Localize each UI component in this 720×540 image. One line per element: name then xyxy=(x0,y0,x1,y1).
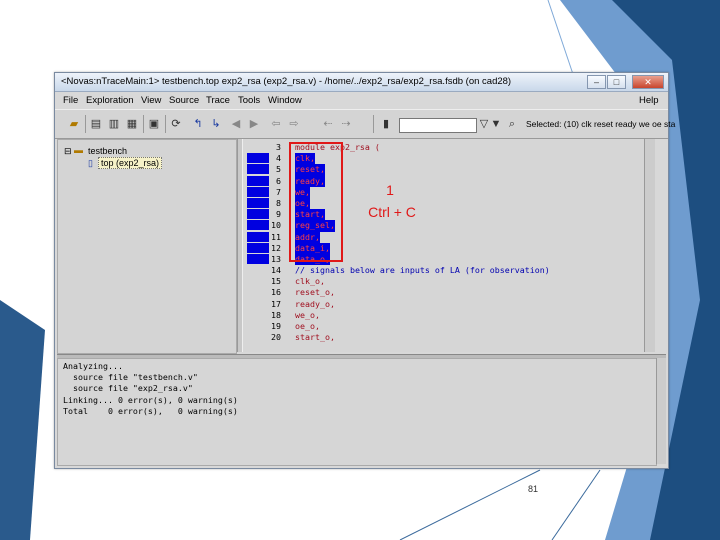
hierarchy-icon[interactable]: ▤ xyxy=(89,117,103,131)
line-number: 13 xyxy=(271,253,281,264)
deco-line xyxy=(399,469,541,540)
title-bar[interactable]: <Novas:nTraceMain:1> testbench.top exp2_… xyxy=(55,73,668,92)
source-line[interactable]: 17 ready_o, xyxy=(243,299,655,310)
signal-list-icon[interactable]: ▥ xyxy=(107,117,121,131)
source-scrollbar[interactable] xyxy=(644,139,655,352)
hierarchy-tree[interactable]: ⊟ ▬ testbench ▯ top (exp2_rsa) xyxy=(57,139,237,354)
minimize-button[interactable]: – xyxy=(587,75,606,89)
annotation-shortcut: Ctrl + C xyxy=(368,204,416,220)
code-text: clk_o, xyxy=(295,276,325,287)
open-folder-icon[interactable]: ▰ xyxy=(67,117,81,131)
line-number: 18 xyxy=(271,309,281,320)
maximize-button[interactable]: □ xyxy=(607,75,626,89)
line-number: 5 xyxy=(276,164,281,175)
battery-icon[interactable]: ▮ xyxy=(379,117,393,131)
deco-line xyxy=(551,469,601,540)
module-icon: ▯ xyxy=(88,158,93,168)
toolbar-separator xyxy=(165,115,166,133)
selection-highlight-box xyxy=(289,142,343,262)
trace-forward-icon[interactable]: ↳ xyxy=(209,117,223,131)
menu-bar: File Exploration View Source Trace Tools… xyxy=(55,92,668,108)
code-text: reset_o, xyxy=(295,287,335,298)
folder-icon: ▬ xyxy=(74,145,83,155)
console-line: Linking... 0 error(s), 0 warning(s) xyxy=(63,394,238,405)
menu-window[interactable]: Window xyxy=(268,95,302,106)
menu-trace[interactable]: Trace xyxy=(206,95,230,106)
tree-node-testbench[interactable]: testbench xyxy=(88,146,127,156)
menu-source[interactable]: Source xyxy=(169,95,199,106)
code-text: we_o, xyxy=(295,309,320,320)
code-text: // signals below are inputs of LA (for o… xyxy=(295,265,550,276)
menu-file[interactable]: File xyxy=(63,95,78,106)
line-number: 20 xyxy=(271,332,281,343)
line-number: 10 xyxy=(271,220,281,231)
line-number: 4 xyxy=(276,153,281,164)
line-number: 8 xyxy=(276,197,281,208)
paste-icon[interactable]: ⇢ xyxy=(339,117,353,131)
line-number: 16 xyxy=(271,287,281,298)
line-number: 12 xyxy=(271,242,281,253)
line-number: 6 xyxy=(276,175,281,186)
console-line: Analyzing... xyxy=(63,361,123,371)
toolbar-separator xyxy=(143,115,144,133)
line-number: 9 xyxy=(276,209,281,220)
menu-exploration[interactable]: Exploration xyxy=(86,95,134,106)
search-combo-icon[interactable]: ▼ xyxy=(489,117,503,131)
copy-icon[interactable]: ⇠ xyxy=(321,117,335,131)
page-number: 81 xyxy=(528,484,539,494)
source-line[interactable]: 19 oe_o, xyxy=(243,321,655,332)
selected-signals-label: Selected: (10) clk reset ready we oe sta xyxy=(526,119,676,129)
source-line[interactable]: 18 we_o, xyxy=(243,310,655,321)
waveform-icon[interactable]: ▦ xyxy=(125,117,139,131)
close-button[interactable]: ✕ xyxy=(632,75,664,89)
schematic-icon[interactable]: ▣ xyxy=(147,117,161,131)
line-number: 3 xyxy=(276,142,281,152)
console-line: source file "exp2_rsa.v" xyxy=(63,383,193,394)
window-title: <Novas:nTraceMain:1> testbench.top exp2_… xyxy=(61,76,512,87)
trace-back-icon[interactable]: ↰ xyxy=(191,117,205,131)
annotation-step: 1 xyxy=(386,182,394,198)
menu-help[interactable]: Help xyxy=(639,95,659,106)
line-number: 7 xyxy=(276,186,281,197)
line-number: 19 xyxy=(271,321,281,331)
menu-tools[interactable]: Tools xyxy=(238,95,260,106)
message-console: Analyzing... source file "testbench.v" s… xyxy=(57,358,657,466)
toolbar-separator xyxy=(85,115,86,133)
code-text: start_o, xyxy=(295,332,335,343)
line-number: 17 xyxy=(271,298,281,309)
toolbar: ▰ ▤ ▥ ▦ ▣ ⟳ ↰ ↳ ◀ ▶ ⇦ ⇨ ⇠ ⇢ ▮ ▽ ▼ ⌕ Sele… xyxy=(55,109,675,139)
line-number: 15 xyxy=(271,276,281,287)
tree-expander-icon[interactable]: ⊟ xyxy=(64,146,72,157)
search-icon[interactable]: ⌕ xyxy=(505,117,519,131)
line-number: 14 xyxy=(271,265,281,276)
source-line[interactable]: 14 // signals below are inputs of LA (for… xyxy=(243,265,655,276)
toolbar-separator xyxy=(373,115,374,133)
code-text: ready_o, xyxy=(295,298,335,309)
source-line[interactable]: 15 clk_o, xyxy=(243,276,655,287)
console-line: Total 0 error(s), 0 warning(s) xyxy=(63,405,238,416)
trace-driver-icon[interactable]: ⟳ xyxy=(169,117,183,131)
back-arrow-icon[interactable]: ◀ xyxy=(229,117,243,131)
undo-icon[interactable]: ⇦ xyxy=(269,117,283,131)
tree-node-top[interactable]: top (exp2_rsa) xyxy=(98,157,163,169)
redo-icon[interactable]: ⇨ xyxy=(287,117,301,131)
source-line[interactable]: 16 reset_o, xyxy=(243,287,655,298)
forward-arrow-icon[interactable]: ▶ xyxy=(247,117,261,131)
deco-left-shape xyxy=(0,300,45,540)
line-number: 11 xyxy=(271,231,281,242)
code-text: oe_o, xyxy=(295,321,320,331)
console-line: source file "testbench.v" xyxy=(63,372,198,383)
console-scrollbar[interactable] xyxy=(656,358,666,464)
search-combo[interactable] xyxy=(399,118,477,133)
ntrace-window: <Novas:nTraceMain:1> testbench.top exp2_… xyxy=(54,72,675,469)
menu-view[interactable]: View xyxy=(141,95,161,106)
source-line[interactable]: 20 start_o, xyxy=(243,332,655,343)
